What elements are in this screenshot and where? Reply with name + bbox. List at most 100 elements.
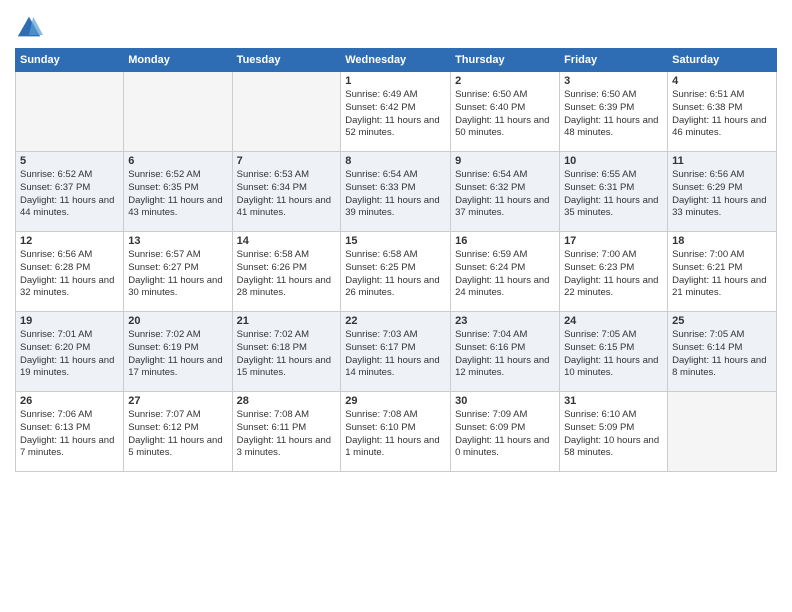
day-number: 10: [564, 155, 663, 167]
calendar-row-2: 12 Sunrise: 6:56 AMSunset: 6:28 PMDayligh…: [16, 232, 777, 312]
day-info: Sunrise: 6:54 AMSunset: 6:32 PMDaylight:…: [455, 169, 555, 220]
calendar-cell-r2-c1: 13 Sunrise: 6:57 AMSunset: 6:27 PMDayligh…: [124, 232, 232, 312]
calendar-cell-r4-c0: 26 Sunrise: 7:06 AMSunset: 6:13 PMDayligh…: [16, 392, 124, 472]
calendar-cell-r1-c3: 8 Sunrise: 6:54 AMSunset: 6:33 PMDaylight…: [341, 152, 451, 232]
calendar-cell-r3-c6: 25Sunrise: 7:05 AMSunset: 6:14 PMDayligh…: [668, 312, 777, 392]
day-info: Sunrise: 6:57 AMSunset: 6:27 PMDaylight:…: [128, 249, 227, 300]
day-info: Sunrise: 6:56 AMSunset: 6:28 PMDaylight:…: [20, 249, 119, 300]
calendar-cell-r4-c3: 29 Sunrise: 7:08 AMSunset: 6:10 PMDayligh…: [341, 392, 451, 472]
day-info: Sunrise: 6:59 AMSunset: 6:24 PMDaylight:…: [455, 249, 555, 300]
day-info: Sunrise: 7:02 AMSunset: 6:19 PMDaylight:…: [128, 329, 227, 380]
calendar-cell-r3-c2: 21 Sunrise: 7:02 AMSunset: 6:18 PMDayligh…: [232, 312, 341, 392]
day-info: Sunrise: 7:02 AMSunset: 6:18 PMDaylight:…: [237, 329, 337, 380]
day-info: Sunrise: 6:10 AMSunset: 5:09 PMDaylight:…: [564, 409, 663, 460]
calendar-cell-r1-c2: 7Sunrise: 6:53 AMSunset: 6:34 PMDaylight…: [232, 152, 341, 232]
day-info: Sunrise: 7:05 AMSunset: 6:15 PMDaylight:…: [564, 329, 663, 380]
day-info: Sunrise: 6:50 AMSunset: 6:39 PMDaylight:…: [564, 89, 663, 140]
calendar-cell-r0-c4: 2Sunrise: 6:50 AMSunset: 6:40 PMDaylight…: [451, 72, 560, 152]
calendar-cell-r4-c4: 30 Sunrise: 7:09 AMSunset: 6:09 PMDayligh…: [451, 392, 560, 472]
calendar-cell-r0-c6: 4Sunrise: 6:51 AMSunset: 6:38 PMDaylight…: [668, 72, 777, 152]
calendar-row-4: 26 Sunrise: 7:06 AMSunset: 6:13 PMDayligh…: [16, 392, 777, 472]
weekday-header-friday: Friday: [560, 49, 668, 72]
calendar-cell-r3-c5: 24 Sunrise: 7:05 AMSunset: 6:15 PMDayligh…: [560, 312, 668, 392]
calendar-cell-r0-c0: [16, 72, 124, 152]
day-info: Sunrise: 7:01 AMSunset: 6:20 PMDaylight:…: [20, 329, 119, 380]
day-info: Sunrise: 7:00 AMSunset: 6:21 PMDaylight:…: [672, 249, 772, 300]
calendar-row-0: 1 Sunrise: 6:49 AMSunset: 6:42 PMDaylight…: [16, 72, 777, 152]
day-number: 26: [20, 395, 119, 407]
day-info: Sunrise: 7:06 AMSunset: 6:13 PMDaylight:…: [20, 409, 119, 460]
page-container: SundayMondayTuesdayWednesdayThursdayFrid…: [0, 0, 792, 482]
calendar-cell-r1-c6: 11Sunrise: 6:56 AMSunset: 6:29 PMDayligh…: [668, 152, 777, 232]
day-info: Sunrise: 7:08 AMSunset: 6:10 PMDaylight:…: [345, 409, 446, 460]
header: [15, 10, 777, 42]
day-number: 27: [128, 395, 227, 407]
day-number: 20: [128, 315, 227, 327]
day-info: Sunrise: 6:54 AMSunset: 6:33 PMDaylight:…: [345, 169, 446, 220]
weekday-header-thursday: Thursday: [451, 49, 560, 72]
day-info: Sunrise: 7:07 AMSunset: 6:12 PMDaylight:…: [128, 409, 227, 460]
calendar-cell-r1-c5: 10 Sunrise: 6:55 AMSunset: 6:31 PMDayligh…: [560, 152, 668, 232]
calendar-cell-r4-c1: 27 Sunrise: 7:07 AMSunset: 6:12 PMDayligh…: [124, 392, 232, 472]
calendar-cell-r1-c1: 6 Sunrise: 6:52 AMSunset: 6:35 PMDaylight…: [124, 152, 232, 232]
calendar-cell-r2-c6: 18Sunrise: 7:00 AMSunset: 6:21 PMDayligh…: [668, 232, 777, 312]
calendar-cell-r4-c5: 31 Sunrise: 6:10 AMSunset: 5:09 PMDayligh…: [560, 392, 668, 472]
day-number: 16: [455, 235, 555, 247]
weekday-header-sunday: Sunday: [16, 49, 124, 72]
day-info: Sunrise: 6:49 AMSunset: 6:42 PMDaylight:…: [345, 89, 446, 140]
day-info: Sunrise: 6:52 AMSunset: 6:35 PMDaylight:…: [128, 169, 227, 220]
day-number: 23: [455, 315, 555, 327]
day-info: Sunrise: 7:09 AMSunset: 6:09 PMDaylight:…: [455, 409, 555, 460]
calendar-cell-r3-c4: 23 Sunrise: 7:04 AMSunset: 6:16 PMDayligh…: [451, 312, 560, 392]
day-number: 3: [564, 75, 663, 87]
day-number: 13: [128, 235, 227, 247]
day-info: Sunrise: 6:58 AMSunset: 6:26 PMDaylight:…: [237, 249, 337, 300]
weekday-header-wednesday: Wednesday: [341, 49, 451, 72]
day-number: 28: [237, 395, 337, 407]
day-number: 15: [345, 235, 446, 247]
calendar-cell-r2-c0: 12 Sunrise: 6:56 AMSunset: 6:28 PMDayligh…: [16, 232, 124, 312]
day-number: 29: [345, 395, 446, 407]
calendar-cell-r3-c1: 20 Sunrise: 7:02 AMSunset: 6:19 PMDayligh…: [124, 312, 232, 392]
calendar-cell-r2-c5: 17 Sunrise: 7:00 AMSunset: 6:23 PMDayligh…: [560, 232, 668, 312]
logo: [15, 14, 45, 42]
calendar-cell-r2-c3: 15 Sunrise: 6:58 AMSunset: 6:25 PMDayligh…: [341, 232, 451, 312]
day-info: Sunrise: 7:05 AMSunset: 6:14 PMDaylight:…: [672, 329, 772, 380]
calendar-cell-r0-c5: 3 Sunrise: 6:50 AMSunset: 6:39 PMDaylight…: [560, 72, 668, 152]
day-number: 30: [455, 395, 555, 407]
weekday-header-monday: Monday: [124, 49, 232, 72]
calendar-cell-r2-c2: 14 Sunrise: 6:58 AMSunset: 6:26 PMDayligh…: [232, 232, 341, 312]
day-number: 1: [345, 75, 446, 87]
calendar: SundayMondayTuesdayWednesdayThursdayFrid…: [15, 48, 777, 472]
day-number: 22: [345, 315, 446, 327]
day-info: Sunrise: 7:00 AMSunset: 6:23 PMDaylight:…: [564, 249, 663, 300]
day-number: 21: [237, 315, 337, 327]
day-info: Sunrise: 7:08 AMSunset: 6:11 PMDaylight:…: [237, 409, 337, 460]
day-info: Sunrise: 7:03 AMSunset: 6:17 PMDaylight:…: [345, 329, 446, 380]
day-number: 11: [672, 155, 772, 167]
day-number: 12: [20, 235, 119, 247]
day-number: 24: [564, 315, 663, 327]
day-info: Sunrise: 7:04 AMSunset: 6:16 PMDaylight:…: [455, 329, 555, 380]
logo-icon: [15, 14, 43, 42]
day-number: 14: [237, 235, 337, 247]
weekday-header-row: SundayMondayTuesdayWednesdayThursdayFrid…: [16, 49, 777, 72]
calendar-cell-r2-c4: 16 Sunrise: 6:59 AMSunset: 6:24 PMDayligh…: [451, 232, 560, 312]
calendar-cell-r0-c3: 1 Sunrise: 6:49 AMSunset: 6:42 PMDaylight…: [341, 72, 451, 152]
day-info: Sunrise: 6:55 AMSunset: 6:31 PMDaylight:…: [564, 169, 663, 220]
day-number: 17: [564, 235, 663, 247]
calendar-cell-r3-c3: 22 Sunrise: 7:03 AMSunset: 6:17 PMDayligh…: [341, 312, 451, 392]
calendar-cell-r4-c2: 28 Sunrise: 7:08 AMSunset: 6:11 PMDayligh…: [232, 392, 341, 472]
day-info: Sunrise: 6:58 AMSunset: 6:25 PMDaylight:…: [345, 249, 446, 300]
day-number: 2: [455, 75, 555, 87]
day-number: 4: [672, 75, 772, 87]
day-number: 5: [20, 155, 119, 167]
day-number: 31: [564, 395, 663, 407]
calendar-cell-r1-c4: 9Sunrise: 6:54 AMSunset: 6:32 PMDaylight…: [451, 152, 560, 232]
day-number: 8: [345, 155, 446, 167]
day-info: Sunrise: 6:53 AMSunset: 6:34 PMDaylight:…: [237, 169, 337, 220]
calendar-cell-r0-c1: [124, 72, 232, 152]
calendar-cell-r4-c6: [668, 392, 777, 472]
day-number: 6: [128, 155, 227, 167]
day-number: 19: [20, 315, 119, 327]
